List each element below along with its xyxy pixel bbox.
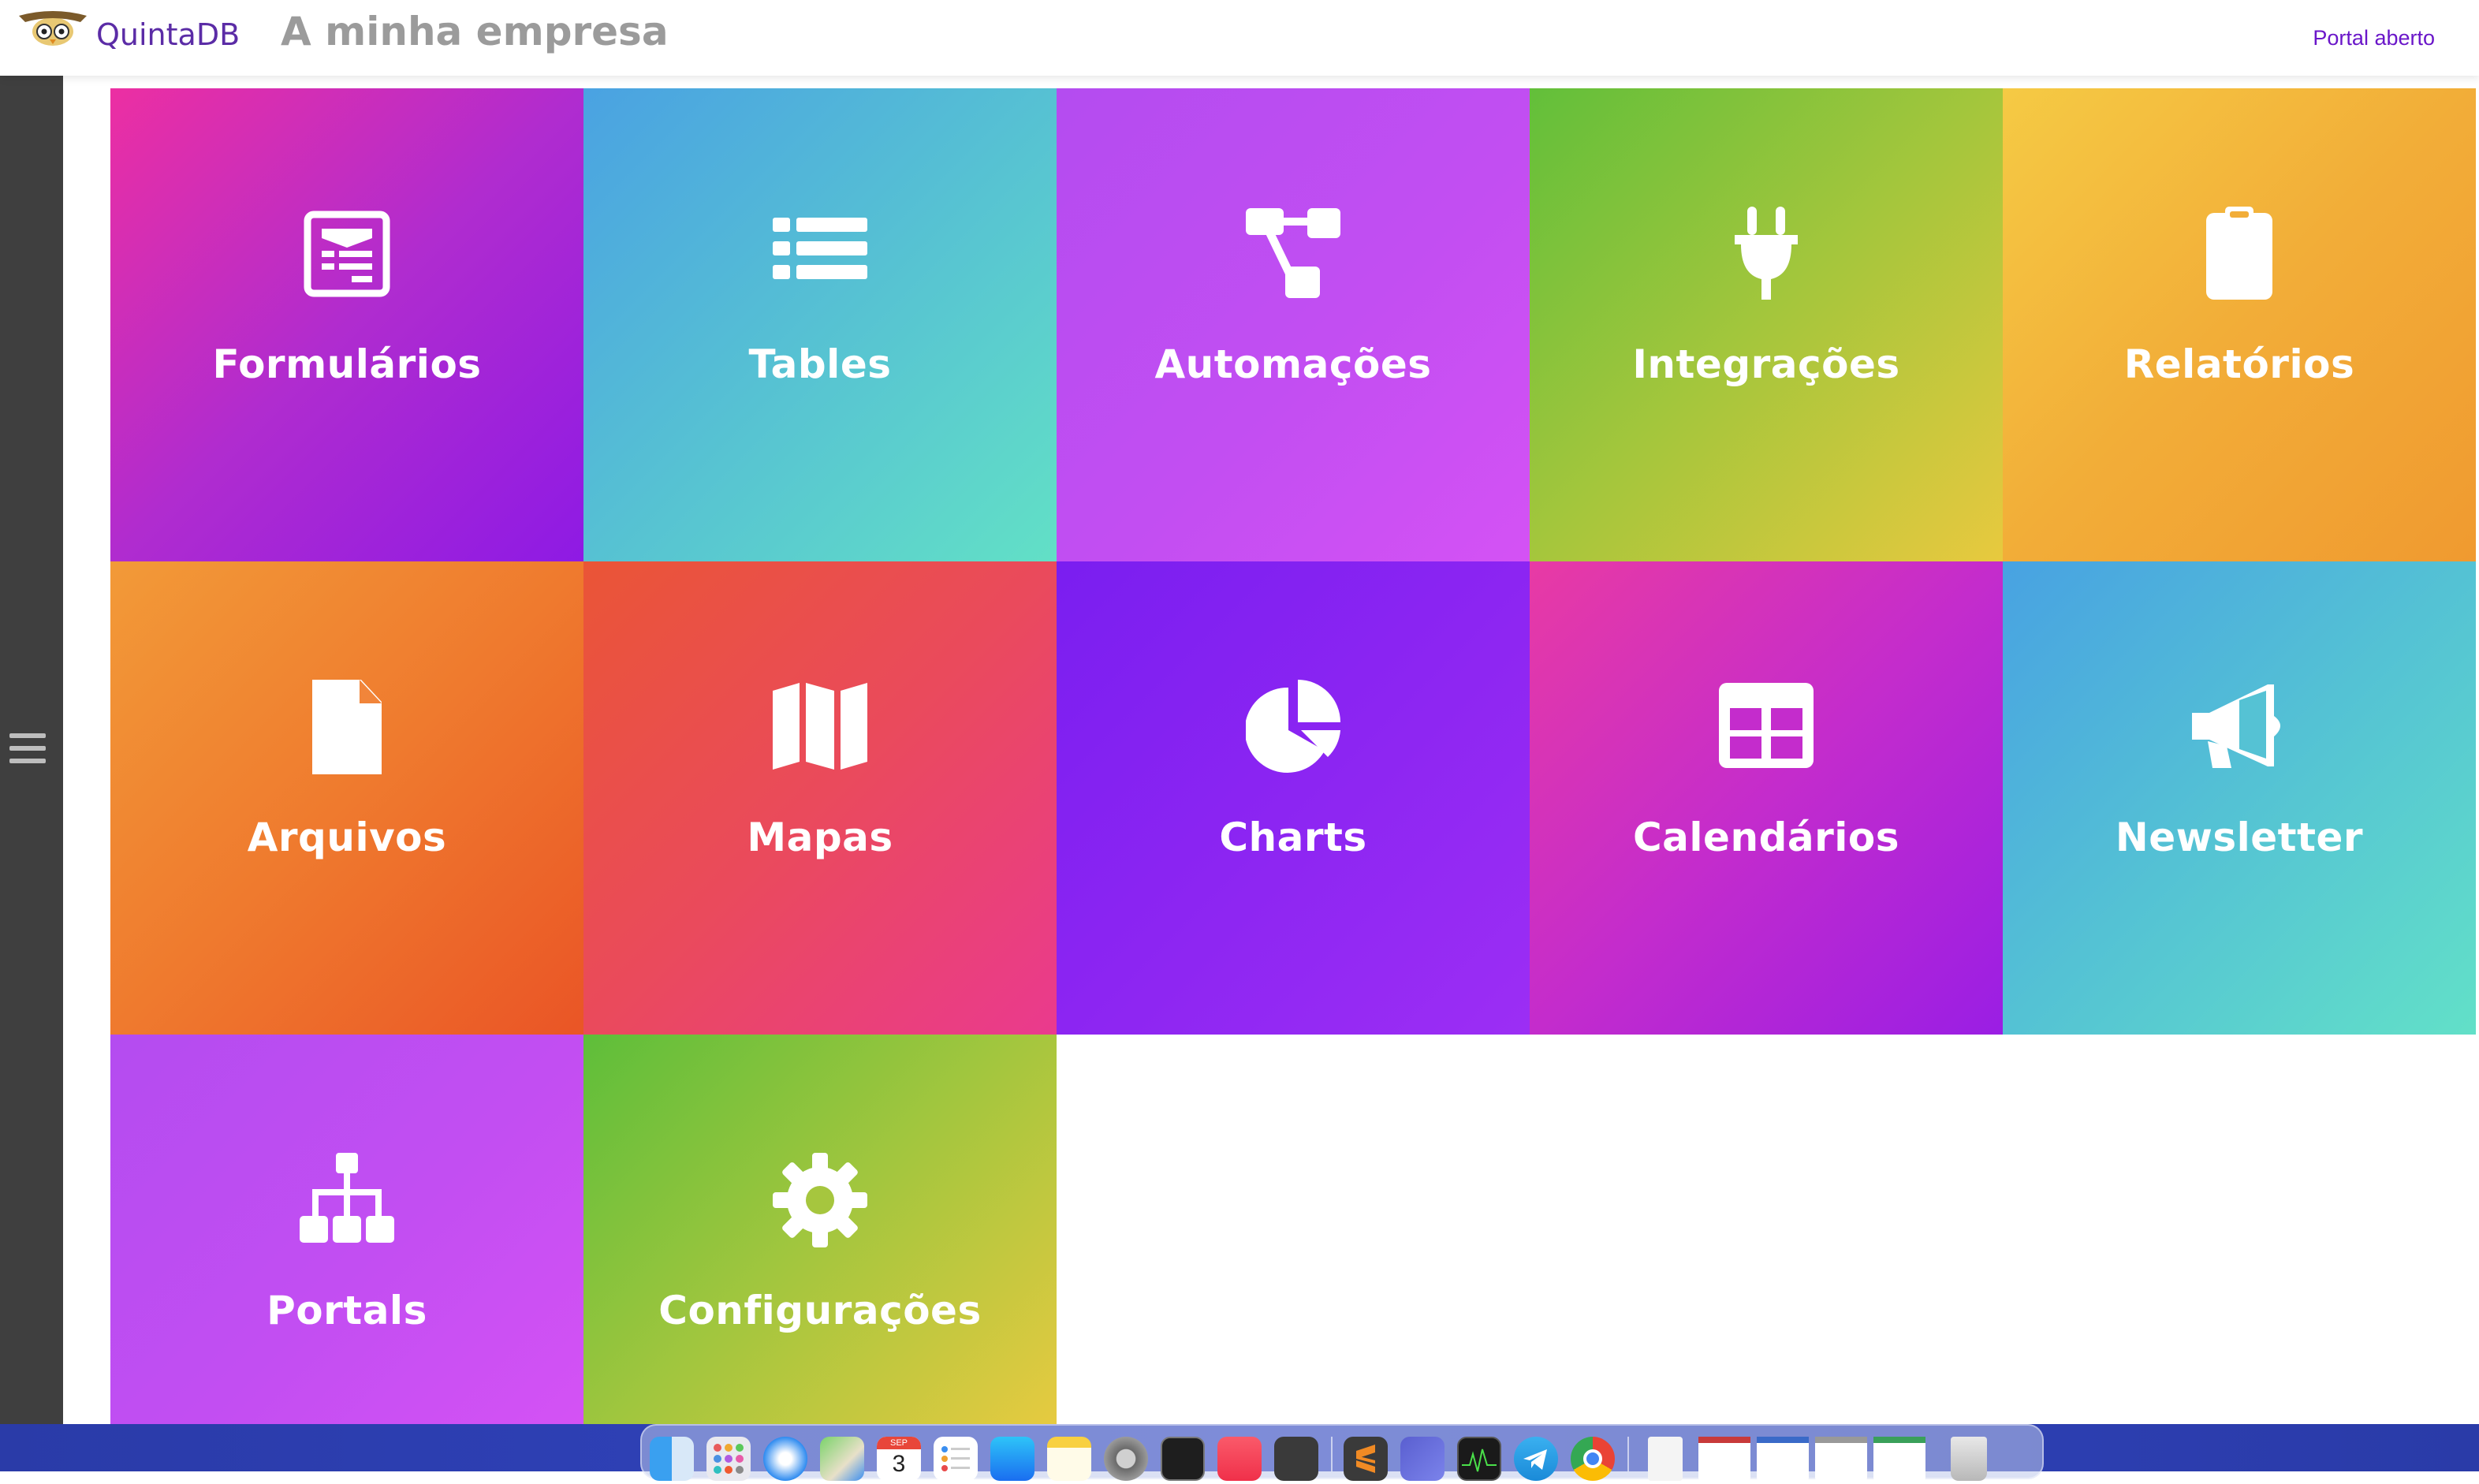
pie-chart-icon (1246, 680, 1340, 773)
safari-icon[interactable] (763, 1437, 807, 1481)
dock-separator (1331, 1437, 1333, 1471)
tile-maps[interactable]: Mapas (583, 561, 1057, 1035)
calendar-app-month: SEP (877, 1437, 921, 1449)
top-header: QuintaDB A minha empresa Portal aberto (0, 0, 2479, 76)
calendar-icon (1719, 683, 1814, 768)
system-settings-icon[interactable] (1104, 1437, 1148, 1481)
tile-tables[interactable]: Tables (583, 88, 1057, 561)
tile-label: Portals (267, 1288, 427, 1333)
dock-separator (1627, 1437, 1629, 1471)
file-icon (312, 680, 382, 774)
module-grid: Formulários Tables Automações Integraçõe… (110, 88, 2476, 1424)
activity-monitor-icon[interactable] (1457, 1437, 1501, 1481)
tile-label: Charts (1219, 815, 1367, 860)
reminders-icon[interactable] (934, 1437, 978, 1481)
open-portal-link[interactable]: Portal aberto (2313, 24, 2435, 52)
tile-label: Formulários (212, 341, 482, 387)
document-icon[interactable] (1648, 1437, 1683, 1481)
notes-icon[interactable] (1047, 1437, 1091, 1481)
clipboard-icon (2206, 207, 2272, 300)
tile-forms[interactable]: Formulários (110, 88, 583, 561)
tile-label: Configurações (658, 1288, 982, 1333)
sitemap-icon (300, 1153, 394, 1243)
launchpad-icon[interactable] (706, 1437, 751, 1481)
teams-icon[interactable] (1400, 1437, 1445, 1481)
telegram-icon[interactable] (1514, 1437, 1558, 1481)
sublime-text-icon[interactable] (1344, 1437, 1388, 1481)
terminal-icon[interactable] (1161, 1437, 1205, 1481)
sidebar (0, 76, 63, 1424)
tile-portals[interactable]: Portals (110, 1035, 583, 1424)
megaphone-icon (2192, 684, 2280, 768)
tile-integrations[interactable]: Integrações (1530, 88, 2003, 561)
hamburger-menu-icon[interactable] (9, 733, 46, 765)
calculator-icon[interactable] (1274, 1437, 1318, 1481)
form-icon (304, 211, 390, 297)
trash-icon[interactable] (1951, 1437, 1987, 1481)
tile-label: Mapas (747, 815, 893, 860)
company-title: A minha empresa (281, 9, 669, 54)
tile-label: Newsletter (2115, 815, 2364, 860)
tile-settings[interactable]: Configurações (583, 1035, 1057, 1424)
tile-label: Automações (1154, 341, 1432, 387)
list-icon (773, 218, 867, 279)
owl-logo-icon[interactable] (17, 8, 88, 49)
calendar-app-icon[interactable]: SEP 3 (877, 1437, 921, 1481)
tile-charts[interactable]: Charts (1057, 561, 1530, 1035)
window-thumbnail-4[interactable] (1873, 1437, 1925, 1481)
tile-newsletter[interactable]: Newsletter (2003, 561, 2476, 1035)
plug-icon (1735, 207, 1798, 300)
tile-label: Tables (748, 341, 892, 387)
chrome-icon[interactable] (1571, 1437, 1615, 1481)
window-thumbnail-3[interactable] (1815, 1437, 1867, 1481)
tile-label: Calendários (1632, 815, 1900, 860)
map-icon (773, 683, 867, 770)
window-thumbnail-1[interactable] (1698, 1437, 1750, 1481)
workflow-icon (1246, 208, 1340, 298)
maps-icon[interactable] (820, 1437, 864, 1481)
tile-label: Integrações (1632, 341, 1900, 387)
tile-automations[interactable]: Automações (1057, 88, 1530, 561)
tile-files[interactable]: Arquivos (110, 561, 583, 1035)
tile-reports[interactable]: Relatórios (2003, 88, 2476, 561)
tile-label: Arquivos (247, 815, 447, 860)
music-icon[interactable] (1217, 1437, 1262, 1481)
tile-calendars[interactable]: Calendários (1530, 561, 2003, 1035)
calendar-app-day: 3 (892, 1451, 906, 1477)
finder-icon[interactable] (650, 1437, 694, 1481)
brand-name[interactable]: QuintaDB (96, 16, 240, 54)
gear-icon (773, 1153, 867, 1247)
tile-label: Relatórios (2123, 341, 2355, 387)
window-thumbnail-2[interactable] (1757, 1437, 1809, 1481)
app-store-icon[interactable] (990, 1437, 1034, 1481)
